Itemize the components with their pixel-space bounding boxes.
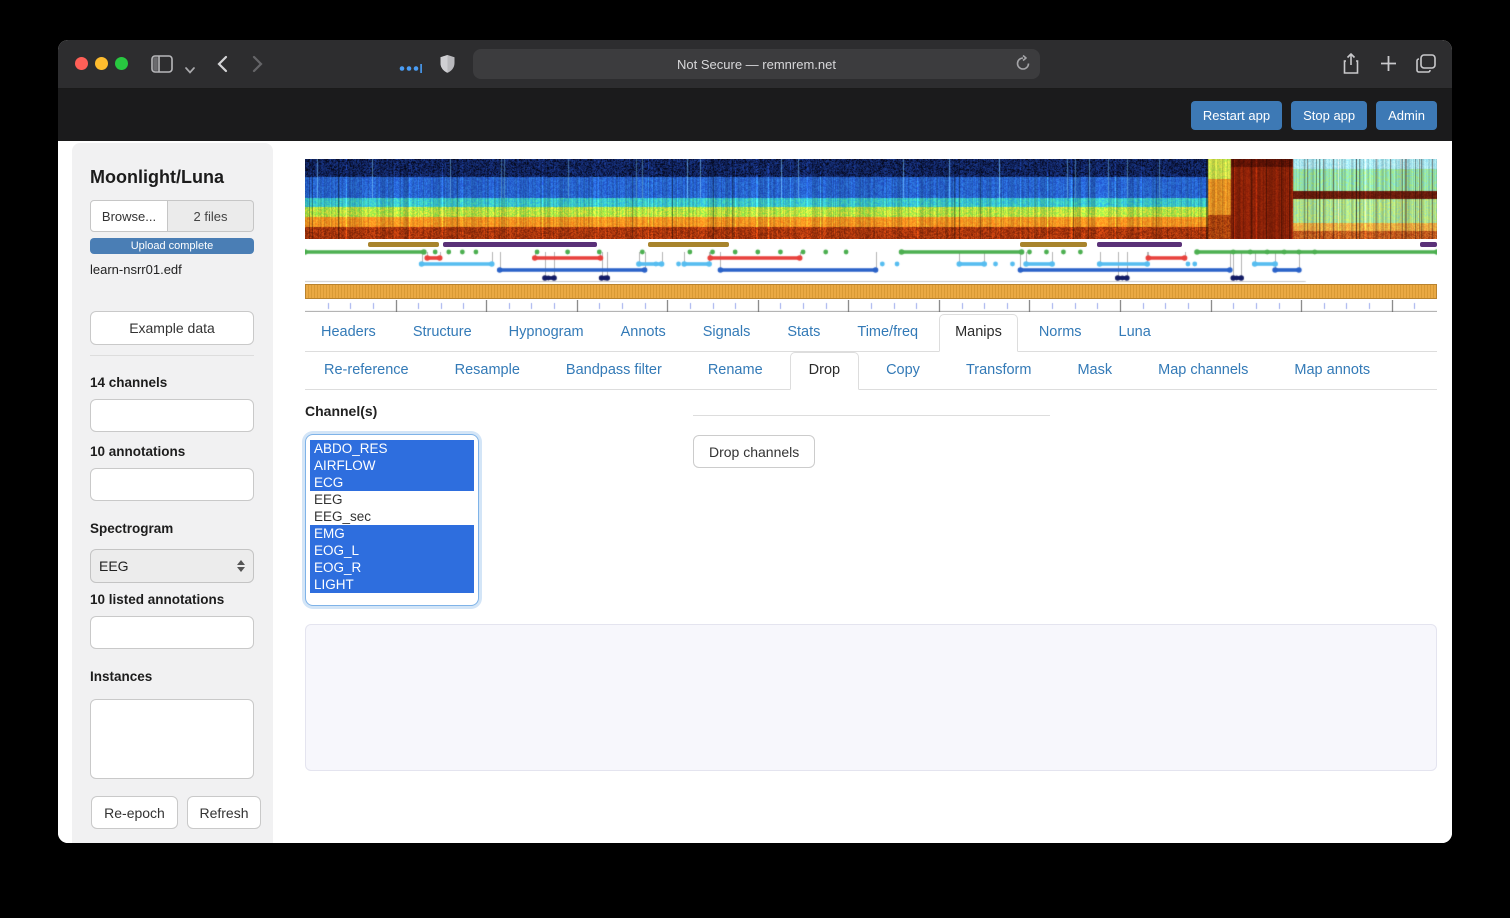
channel-option-eog_l[interactable]: EOG_L — [310, 542, 474, 559]
tab-headers[interactable]: Headers — [305, 314, 392, 352]
sidebar-toggle-icon[interactable] — [151, 55, 173, 78]
channel-option-light[interactable]: LIGHT — [310, 576, 474, 593]
tab-signals[interactable]: Signals — [687, 314, 767, 352]
admin-button[interactable]: Admin — [1376, 101, 1437, 130]
time-axis — [305, 300, 1437, 312]
upload-progress-bar: Upload complete — [90, 238, 254, 254]
main-panel: HeadersStructureHypnogramAnnotsSignalsSt… — [305, 159, 1437, 843]
tab-hypnogram[interactable]: Hypnogram — [493, 314, 600, 352]
subtab-map-channels[interactable]: Map channels — [1139, 352, 1267, 390]
address-bar-url: Not Secure — remnrem.net — [677, 57, 836, 72]
new-tab-icon[interactable] — [1380, 55, 1397, 77]
sidebar: Moonlight/Luna Browse... 2 files Upload … — [72, 143, 273, 843]
channel-option-airflow[interactable]: AIRFLOW — [310, 457, 474, 474]
channel-option-eog_r[interactable]: EOG_R — [310, 559, 474, 576]
channels-count-label: 14 channels — [90, 375, 167, 390]
panel-divider — [693, 415, 1050, 416]
annotations-count-label: 10 annotations — [90, 444, 185, 459]
listed-annotations-input[interactable] — [90, 616, 254, 649]
subtab-map-annots[interactable]: Map annots — [1275, 352, 1389, 390]
browser-toolbar: Not Secure — remnrem.net — [58, 40, 1452, 89]
subtab-transform[interactable]: Transform — [947, 352, 1051, 390]
forward-icon[interactable] — [252, 55, 263, 78]
channels-filter-input[interactable] — [90, 399, 254, 432]
tab-time-freq[interactable]: Time/freq — [841, 314, 934, 352]
share-icon[interactable] — [1342, 53, 1360, 80]
subtab-resample[interactable]: Resample — [436, 352, 539, 390]
desktop-background: Not Secure — remnrem.net Restart app Sto… — [0, 0, 1510, 918]
listed-annotations-label: 10 listed annotations — [90, 592, 224, 607]
annotations-filter-input[interactable] — [90, 468, 254, 501]
uploaded-file-name: learn-nsrr01.edf — [90, 262, 182, 277]
spectrogram-image[interactable] — [305, 159, 1437, 239]
stop-app-button[interactable]: Stop app — [1291, 101, 1367, 130]
restart-app-button[interactable]: Restart app — [1191, 101, 1282, 130]
tab-stats[interactable]: Stats — [771, 314, 836, 352]
hypnogram-track[interactable] — [305, 247, 1437, 283]
app-header: Restart app Stop app Admin — [58, 89, 1452, 141]
tab-structure[interactable]: Structure — [397, 314, 488, 352]
reload-icon[interactable] — [1015, 55, 1031, 75]
address-bar[interactable]: Not Secure — remnrem.net — [473, 49, 1040, 79]
extensions-dots-icon[interactable] — [398, 60, 422, 78]
main-tabs: HeadersStructureHypnogramAnnotsSignalsSt… — [305, 313, 1437, 352]
spectrogram-channel-select[interactable]: EEG — [90, 549, 254, 583]
tab-annots[interactable]: Annots — [605, 314, 682, 352]
files-count-label: 2 files — [168, 200, 254, 232]
sidebar-divider — [90, 355, 254, 356]
tab-manips[interactable]: Manips — [939, 314, 1018, 352]
spectrogram-label: Spectrogram — [90, 521, 173, 536]
window-zoom-button[interactable] — [115, 57, 128, 70]
privacy-shield-icon[interactable] — [439, 54, 456, 79]
channel-option-emg[interactable]: EMG — [310, 525, 474, 542]
file-upload-control: Browse... 2 files — [90, 200, 254, 232]
back-icon[interactable] — [217, 55, 228, 78]
subtab-re-reference[interactable]: Re-reference — [305, 352, 428, 390]
channels-select-label: Channel(s) — [305, 403, 377, 419]
output-panel — [305, 624, 1437, 771]
instances-label: Instances — [90, 669, 152, 684]
channel-option-ecg[interactable]: ECG — [310, 474, 474, 491]
subtab-bandpass-filter[interactable]: Bandpass filter — [547, 352, 681, 390]
signal-overview — [305, 159, 1437, 312]
drop-channels-button[interactable]: Drop channels — [693, 435, 815, 468]
window-close-button[interactable] — [75, 57, 88, 70]
channel-option-eeg[interactable]: EEG — [310, 491, 474, 508]
subtab-copy[interactable]: Copy — [867, 352, 939, 390]
channel-option-abdo_res[interactable]: ABDO_RES — [310, 440, 474, 457]
channel-listbox[interactable]: ABDO_RESAIRFLOWECGEEGEEG_secEMGEOG_LEOG_… — [305, 434, 479, 606]
spectrogram-channel-value: EEG — [99, 558, 129, 574]
re-epoch-button[interactable]: Re-epoch — [91, 796, 178, 829]
browse-button[interactable]: Browse... — [90, 200, 168, 232]
select-stepper-icon — [237, 560, 245, 572]
subtab-rename[interactable]: Rename — [689, 352, 782, 390]
tab-norms[interactable]: Norms — [1023, 314, 1098, 352]
safari-window: Not Secure — remnrem.net Restart app Sto… — [58, 40, 1452, 843]
instances-textarea[interactable] — [90, 699, 254, 779]
example-data-button[interactable]: Example data — [90, 311, 254, 345]
channel-option-eeg_sec[interactable]: EEG_sec — [310, 508, 474, 525]
tab-overview-icon[interactable] — [1416, 54, 1436, 78]
window-minimize-button[interactable] — [95, 57, 108, 70]
app-title: Moonlight/Luna — [90, 167, 224, 188]
refresh-button[interactable]: Refresh — [187, 796, 261, 829]
sub-tabs: Re-referenceResampleBandpass filterRenam… — [305, 351, 1437, 390]
tab-luna[interactable]: Luna — [1103, 314, 1167, 352]
subtab-drop[interactable]: Drop — [790, 352, 859, 390]
subtab-mask[interactable]: Mask — [1058, 352, 1131, 390]
timeline-bar[interactable] — [305, 284, 1437, 299]
page-content: Moonlight/Luna Browse... 2 files Upload … — [58, 141, 1452, 843]
chevron-down-icon[interactable] — [185, 61, 195, 79]
